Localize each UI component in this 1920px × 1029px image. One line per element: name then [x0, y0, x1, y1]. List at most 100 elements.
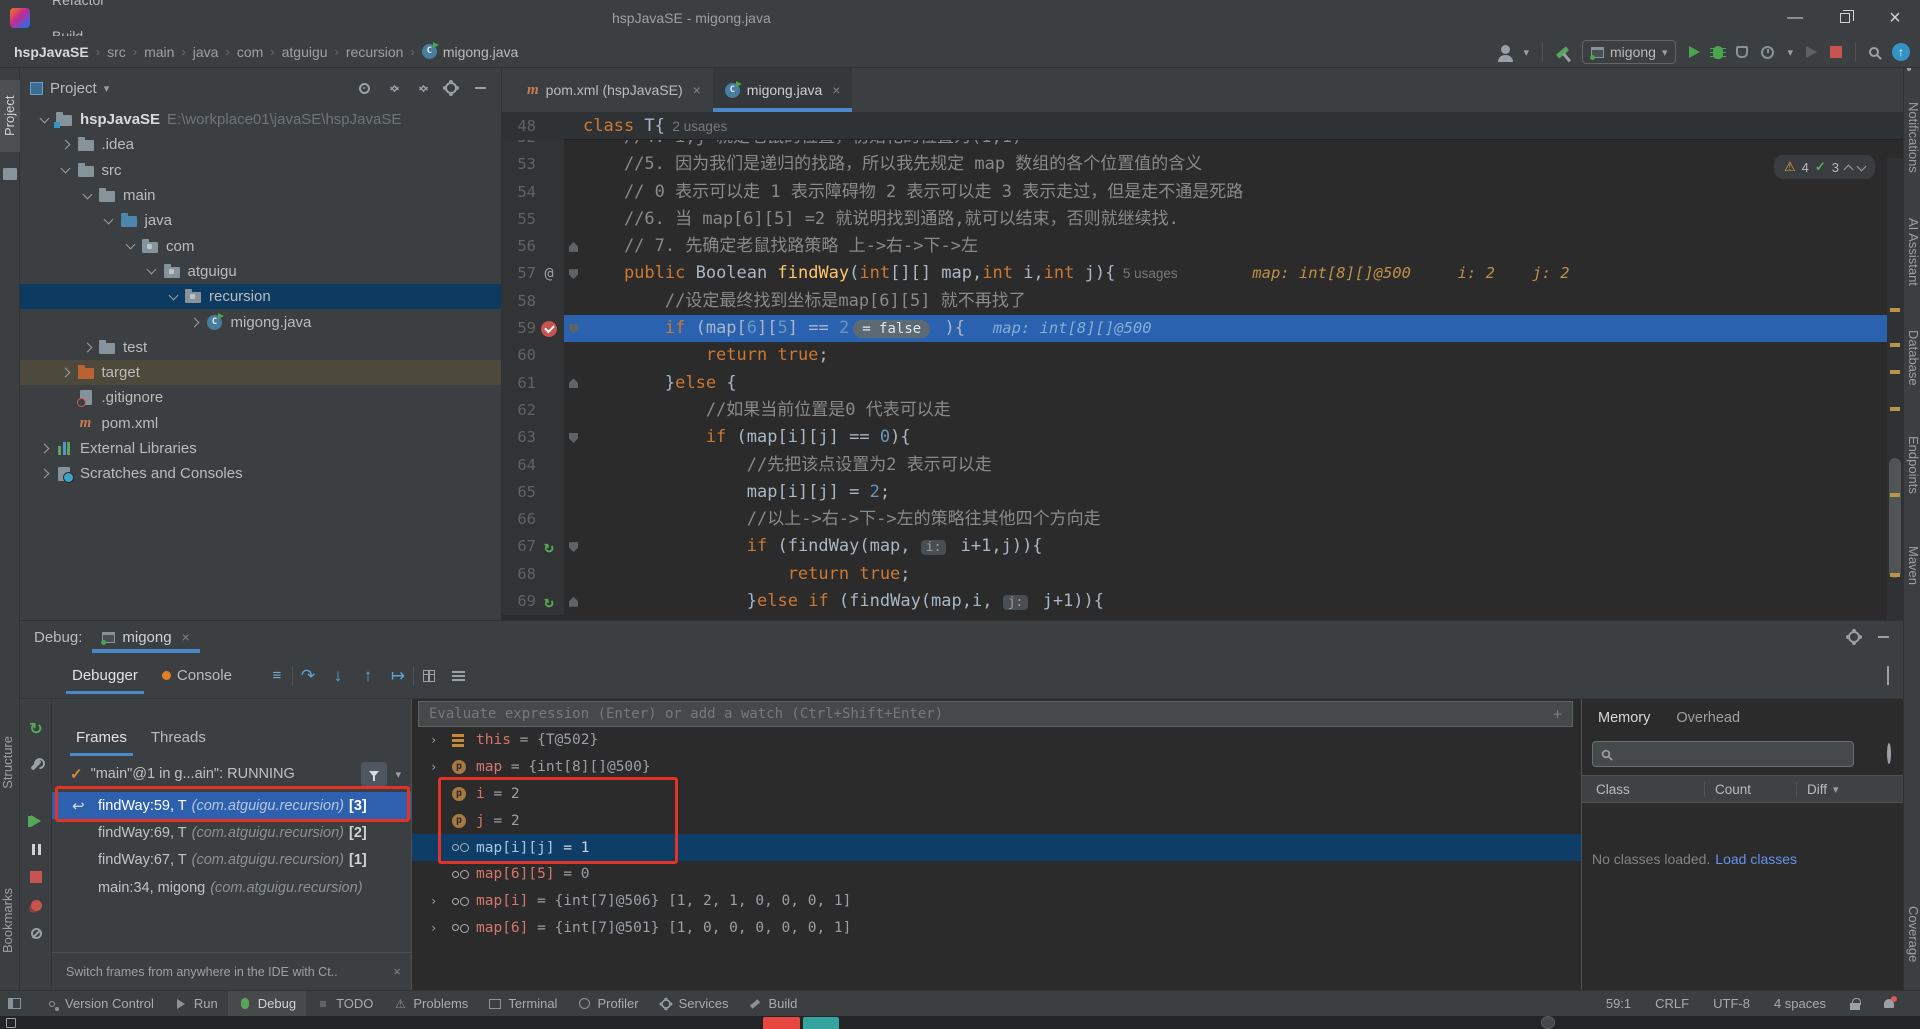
variable-row[interactable]: ›this = {T@502}	[412, 727, 1581, 754]
fold-down-icon[interactable]	[569, 269, 578, 279]
tab-overhead[interactable]: Overhead	[1676, 710, 1740, 726]
collapse-all-button[interactable]	[411, 77, 433, 99]
recursive-call-icon[interactable]: ↻	[544, 588, 554, 615]
tree-item-External Libraries[interactable]: External Libraries	[20, 436, 501, 461]
line-number[interactable]: 58	[502, 288, 536, 315]
line-number[interactable]: 66	[502, 506, 536, 533]
debug-session-tab[interactable]: migong ×	[92, 621, 199, 653]
tab-debugger[interactable]: Debugger	[60, 657, 150, 694]
tool-stripe-maven[interactable]: Maven	[1904, 546, 1920, 585]
status-item-profiler[interactable]: Profiler	[567, 991, 648, 1017]
run-to-cursor-icon[interactable]: ↦	[383, 661, 413, 691]
chevron-right-icon[interactable]	[61, 368, 71, 378]
status-item-run[interactable]: Run	[164, 991, 228, 1017]
line-number[interactable]: 59	[502, 315, 536, 342]
frame-row[interactable]: ↩findWay:59, T(com.atguigu.recursion)[3]	[52, 792, 411, 819]
tool-stripe-structure[interactable]: Structure	[0, 736, 20, 789]
breadcrumb-item-java[interactable]: java	[193, 44, 219, 60]
expand-chevron-icon[interactable]: ›	[430, 733, 452, 747]
expand-chevron-icon[interactable]: ›	[430, 921, 452, 935]
recursive-call-icon[interactable]: ↻	[544, 533, 554, 560]
tree-item-pom.xml[interactable]: mpom.xml	[20, 411, 501, 436]
line-ending[interactable]: CRLF	[1655, 996, 1689, 1011]
status-item-todo[interactable]: ≡TODO	[306, 991, 383, 1017]
expand-chevron-icon[interactable]: ›	[430, 760, 452, 774]
status-item-version-control[interactable]: Version Control	[35, 991, 164, 1017]
thread-selector[interactable]: ✓ "main"@1 in g...ain": RUNNING ▾	[52, 756, 411, 792]
restore-button[interactable]	[1820, 0, 1870, 36]
line-number[interactable]: 63	[502, 424, 536, 451]
chevron-down-icon[interactable]	[82, 189, 92, 199]
tree-item-com[interactable]: com	[20, 233, 501, 258]
tree-item-src[interactable]: src	[20, 158, 501, 183]
column-count[interactable]: Count	[1704, 782, 1796, 797]
run-configuration-select[interactable]: migong ▾	[1582, 40, 1676, 64]
line-number[interactable]: 60	[502, 342, 536, 369]
editor-scrollbar[interactable]	[1887, 158, 1903, 620]
tree-item-main[interactable]: main	[20, 183, 501, 208]
chevron-right-icon[interactable]	[39, 469, 49, 479]
indent-setting[interactable]: 4 spaces	[1774, 996, 1826, 1011]
project-settings-button[interactable]	[440, 77, 462, 99]
tool-stripe-project[interactable]: Project	[0, 80, 20, 152]
scrollbar-thumb[interactable]	[1889, 458, 1901, 578]
line-number[interactable]: 56	[502, 233, 536, 260]
chevron-down-icon[interactable]	[104, 214, 114, 224]
tab-threads[interactable]: Threads	[139, 719, 218, 756]
memory-settings-button[interactable]	[1887, 745, 1891, 763]
variable-row[interactable]: ›map[6] = {int[7]@501} [1, 0, 0, 0, 0, 0…	[412, 915, 1581, 942]
prev-problem-icon[interactable]	[1844, 164, 1854, 174]
hide-panel-button[interactable]	[469, 77, 491, 99]
minimize-button[interactable]: —	[1770, 0, 1820, 36]
add-watch-icon[interactable]: +	[1553, 705, 1562, 723]
frame-row[interactable]: findWay:69, T(com.atguigu.recursion)[2]	[52, 819, 411, 846]
fold-down-icon[interactable]	[569, 433, 578, 443]
status-item-terminal[interactable]: Terminal	[478, 991, 567, 1017]
line-number[interactable]: 53	[502, 151, 536, 178]
status-item-build[interactable]: Build	[738, 991, 807, 1017]
chevron-down-icon[interactable]	[61, 164, 71, 174]
line-number[interactable]: 48	[502, 113, 536, 140]
chevron-right-icon[interactable]	[82, 342, 92, 352]
line-number[interactable]: 54	[502, 179, 536, 206]
editor-tab-migong.java[interactable]: migong.java×	[713, 68, 853, 112]
resume-button[interactable]	[20, 809, 52, 833]
load-classes-link[interactable]: Load classes	[1715, 851, 1797, 867]
variable-row[interactable]: map[i][j] = 1	[412, 834, 1581, 861]
close-button[interactable]: ×	[1870, 0, 1920, 36]
column-diff[interactable]: Diff▾	[1796, 782, 1903, 797]
tree-item-migong.java[interactable]: migong.java	[20, 309, 501, 334]
breadcrumb-item-atguigu[interactable]: atguigu	[282, 44, 328, 60]
breadcrumb-item-hspJavaSE[interactable]: hspJavaSE	[14, 44, 89, 60]
debug-hide-icon[interactable]	[1878, 636, 1889, 638]
tree-item-test[interactable]: test	[20, 335, 501, 360]
expand-all-button[interactable]	[382, 77, 404, 99]
line-number[interactable]: 61	[502, 370, 536, 397]
status-item-debug[interactable]: Debug	[228, 991, 306, 1017]
notifications-status-icon[interactable]	[1884, 999, 1894, 1008]
chevron-right-icon[interactable]	[190, 317, 200, 327]
tool-windows-toggle-icon[interactable]	[8, 998, 21, 1009]
tab-frames[interactable]: Frames	[64, 719, 139, 756]
view-breakpoints-button[interactable]	[20, 893, 52, 917]
fold-up-icon[interactable]	[569, 597, 578, 607]
chevron-down-icon[interactable]	[147, 265, 157, 275]
tool-stripe-bookmarks[interactable]: Bookmarks	[0, 888, 20, 953]
status-item-problems[interactable]: ⚠Problems	[383, 991, 478, 1017]
variable-row[interactable]: ›map[i] = {int[7]@506} [1, 2, 1, 0, 0, 0…	[412, 888, 1581, 915]
code-with-me-dropdown[interactable]: ▾	[1523, 46, 1529, 59]
tool-stripe-endpoints[interactable]: Endpoints	[1904, 436, 1920, 494]
tool-stripe-database[interactable]: Database	[1904, 330, 1920, 386]
line-number[interactable]: 65	[502, 479, 536, 506]
variable-row[interactable]: i = 2	[412, 781, 1581, 808]
hint-close-icon[interactable]: ×	[393, 964, 401, 979]
line-number[interactable]: 55	[502, 206, 536, 233]
variable-row[interactable]: map[6][5] = 0	[412, 861, 1581, 888]
breadcrumb-file[interactable]: migong.java	[422, 44, 519, 60]
tree-item-recursion[interactable]: recursion	[20, 284, 501, 309]
thread-dropdown-icon[interactable]: ▾	[395, 768, 401, 781]
breadcrumb-item-main[interactable]: main	[144, 44, 174, 60]
line-number[interactable]: 57	[502, 260, 536, 287]
inspections-widget[interactable]: ⚠ 4 ✓ 3	[1774, 155, 1875, 179]
tree-item-target[interactable]: target	[20, 360, 501, 385]
